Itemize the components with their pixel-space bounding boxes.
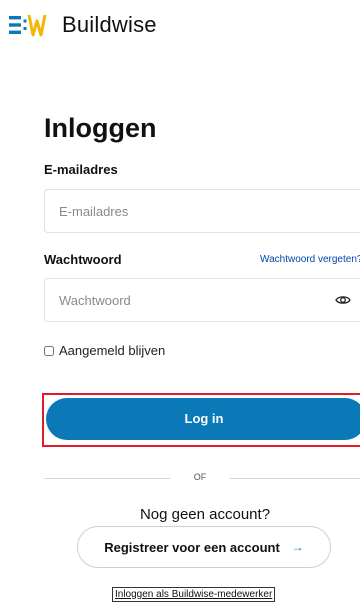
remember-me[interactable]: Aangemeld blijven xyxy=(44,343,165,358)
or-divider: OF xyxy=(44,472,360,482)
email-input[interactable] xyxy=(45,190,360,232)
remember-me-label: Aangemeld blijven xyxy=(59,343,166,358)
brand-logo[interactable]: Buildwise xyxy=(8,12,157,38)
password-input[interactable] xyxy=(45,279,360,321)
employee-login-link[interactable]: Inloggen als Buildwise-medewerker xyxy=(112,587,276,602)
divider-label: OF xyxy=(193,472,207,482)
divider-line-right xyxy=(230,478,360,479)
password-field-container xyxy=(44,278,360,322)
email-label: E-mailadres xyxy=(44,162,118,177)
divider-line-left xyxy=(44,478,170,479)
register-button-label: Registreer voor een account xyxy=(104,539,280,555)
no-account-prompt: Nog geen account? xyxy=(139,506,271,523)
page-title: Inloggen xyxy=(44,113,157,143)
login-button-label: Log in xyxy=(184,411,224,426)
buildwise-logo-icon xyxy=(9,14,47,37)
remember-me-checkbox[interactable] xyxy=(44,345,54,356)
password-label: Wachtwoord xyxy=(44,252,122,267)
login-button[interactable]: Log in xyxy=(46,398,360,440)
eye-icon[interactable] xyxy=(335,292,351,308)
email-field-container xyxy=(44,189,360,233)
arrow-right-icon: → xyxy=(291,540,304,554)
brand-name: Buildwise xyxy=(62,12,157,37)
forgot-password-link[interactable]: Wachtwoord vergeten? xyxy=(260,254,360,265)
register-button[interactable]: Registreer voor een account → xyxy=(77,526,331,568)
